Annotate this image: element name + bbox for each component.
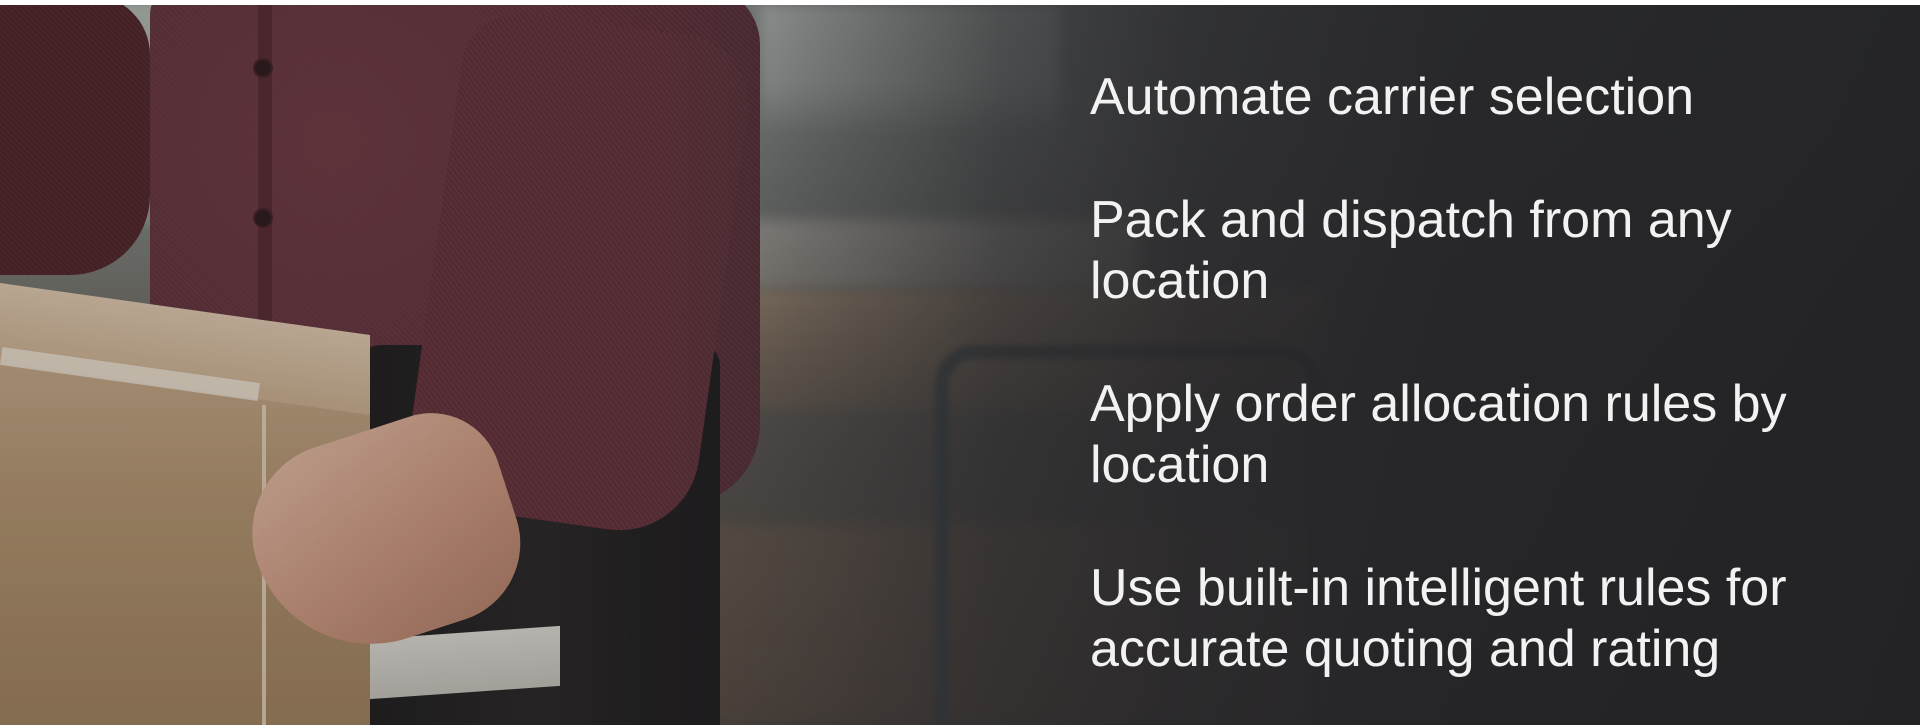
feature-item-quoting-rating: Use built-in intelligent rules for accur… <box>1090 559 1787 678</box>
feature-item-allocation-rules: Apply order allocation rules by location <box>1090 375 1787 494</box>
feature-item-pack-dispatch: Pack and dispatch from any location <box>1090 191 1732 310</box>
feature-item-carrier-selection: Automate carrier selection <box>1090 68 1695 126</box>
feature-list: Automate carrier selection Pack and disp… <box>1090 67 1870 725</box>
hero-banner: Automate carrier selection Pack and disp… <box>0 5 1920 725</box>
